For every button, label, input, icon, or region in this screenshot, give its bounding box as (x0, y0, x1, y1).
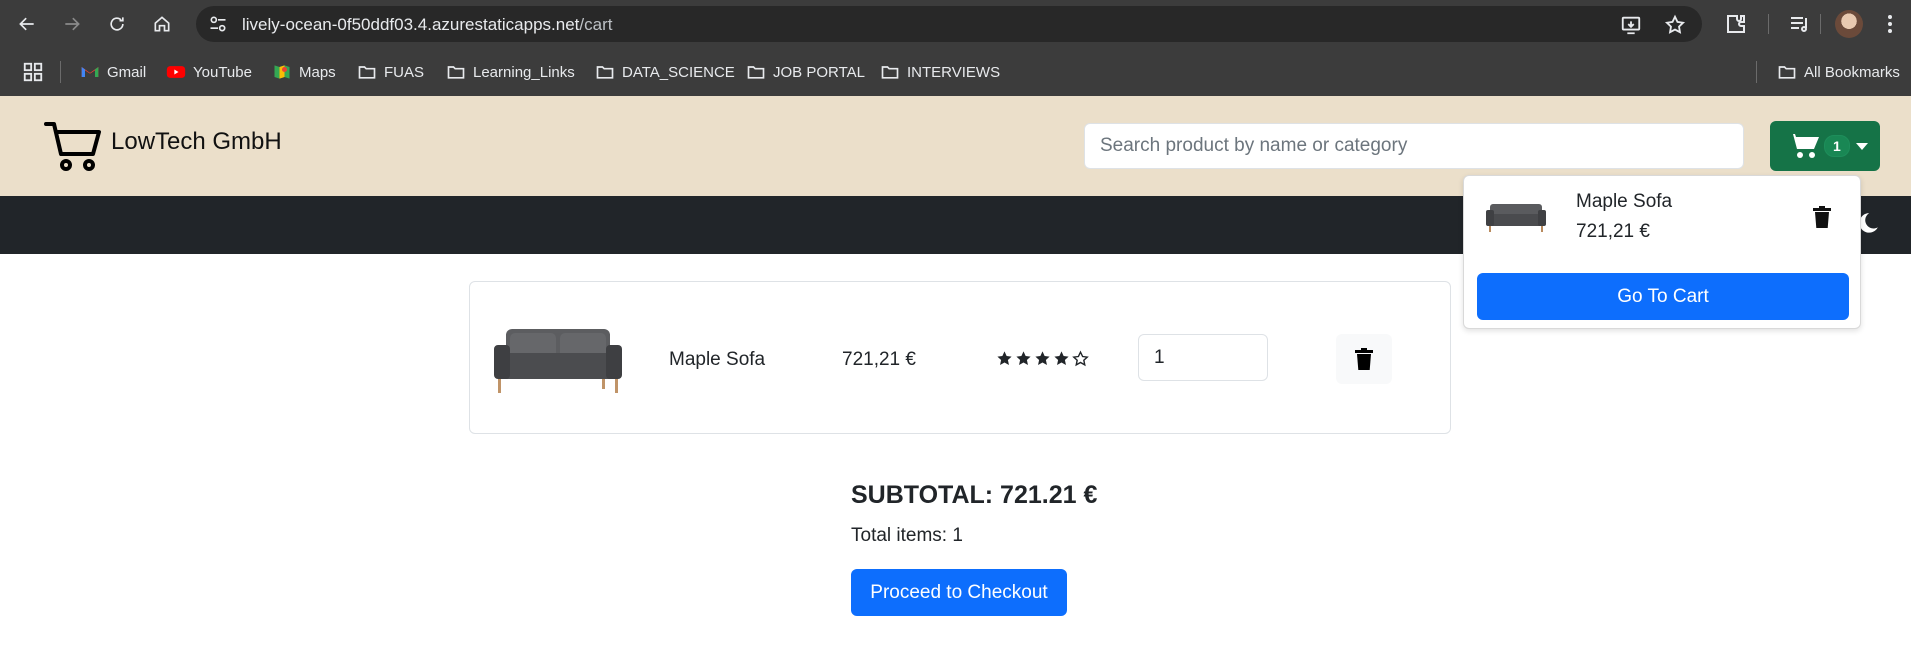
go-to-cart-button[interactable]: Go To Cart (1477, 273, 1849, 320)
profile-avatar[interactable] (1835, 10, 1863, 38)
star-empty-icon (1072, 350, 1089, 367)
bookmarks-divider (1756, 61, 1757, 83)
cart-item-row: Maple Sofa 721,21 € (469, 281, 1451, 434)
cart-item-name[interactable]: Maple Sofa (669, 349, 765, 371)
subtotal: SUBTOTAL: 721.21 € (851, 481, 1098, 509)
folder-icon (747, 66, 765, 79)
cart-icon (1788, 134, 1819, 158)
bookmarks-bar: Gmail YouTube Maps FUAS Learning_Links D… (0, 48, 1911, 96)
bookmarks-divider (60, 61, 61, 83)
star-rating (996, 350, 1089, 367)
folder-icon (1778, 66, 1796, 79)
sofa-thumbnail (1486, 204, 1546, 232)
folder-icon (358, 66, 376, 79)
trash-icon (1355, 348, 1373, 370)
bookmark-job-portal[interactable]: JOB PORTAL (746, 61, 865, 83)
browser-toolbar: lively-ocean-0f50ddf03.4.azurestaticapps… (0, 0, 1911, 48)
star-filled-icon (1016, 351, 1031, 365)
total-items: Total items: 1 (851, 525, 963, 546)
home-icon[interactable] (147, 9, 177, 39)
maps-icon (274, 65, 290, 79)
folder-icon (596, 66, 614, 79)
remove-item-button[interactable] (1336, 334, 1392, 384)
cart-dropdown-button[interactable]: 1 (1770, 121, 1880, 171)
address-bar[interactable]: lively-ocean-0f50ddf03.4.azurestaticapps… (196, 6, 1702, 42)
extensions-icon[interactable] (1724, 12, 1748, 36)
bookmark-fuas[interactable]: FUAS (357, 61, 424, 83)
bookmark-maps[interactable]: Maps (272, 61, 336, 83)
star-filled-icon (1035, 351, 1050, 365)
proceed-to-checkout-button[interactable]: Proceed to Checkout (851, 569, 1067, 616)
bookmark-youtube[interactable]: YouTube (166, 61, 252, 83)
url-text: lively-ocean-0f50ddf03.4.azurestaticapps… (242, 15, 613, 34)
bookmark-interviews[interactable]: INTERVIEWS (880, 61, 1000, 83)
apps-grid-icon[interactable] (22, 61, 44, 83)
logo-cart-icon[interactable] (44, 120, 102, 172)
reload-icon[interactable] (102, 9, 132, 39)
search-input[interactable] (1084, 123, 1744, 169)
site-info-icon[interactable] (208, 14, 228, 34)
dropdown-item-price: 721,21 € (1576, 221, 1650, 242)
more-menu-icon[interactable] (1878, 12, 1902, 36)
caret-down-icon (1855, 142, 1868, 150)
youtube-icon (166, 66, 186, 78)
toolbar-divider (1768, 14, 1769, 34)
sofa-product-image (494, 329, 622, 393)
folder-icon (447, 66, 465, 79)
cart-count-badge: 1 (1824, 135, 1850, 157)
star-filled-icon (997, 351, 1012, 365)
forward-icon[interactable] (57, 9, 87, 39)
bookmark-learning-links[interactable]: Learning_Links (446, 61, 575, 83)
dropdown-item-name: Maple Sofa (1576, 191, 1673, 212)
install-app-icon[interactable] (1620, 14, 1642, 36)
cart-dropdown: Maple Sofa 721,21 € Go To Cart (1463, 175, 1861, 329)
star-filled-icon (1054, 351, 1069, 365)
folder-icon (881, 66, 899, 79)
trash-icon[interactable] (1812, 206, 1832, 228)
toolbar-divider (1820, 14, 1821, 34)
quantity-input[interactable] (1138, 334, 1268, 381)
gmail-icon (81, 67, 99, 77)
all-bookmarks[interactable]: All Bookmarks (1777, 61, 1900, 83)
bookmark-star-icon[interactable] (1664, 14, 1686, 36)
cart-item-price: 721,21 € (842, 349, 916, 370)
bookmark-gmail[interactable]: Gmail (80, 61, 146, 83)
bookmark-data-science[interactable]: DATA_SCIENCE (595, 61, 735, 83)
brand-name[interactable]: LowTech GmbH (111, 128, 282, 156)
media-control-icon[interactable] (1788, 12, 1812, 36)
back-icon[interactable] (12, 9, 42, 39)
